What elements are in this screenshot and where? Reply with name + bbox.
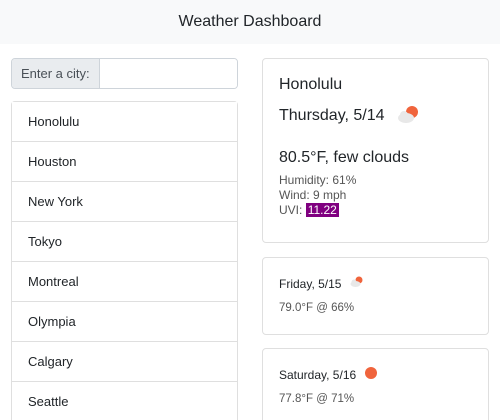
city-item-olympia[interactable]: Olympia (12, 302, 237, 342)
current-city: Honolulu (279, 76, 343, 93)
current-uvi: UVI: 11.22 (279, 203, 472, 218)
forecast-card: Friday, 5/15 79.0°F @ 66% (262, 257, 489, 335)
search-label: Enter a city: (12, 59, 100, 88)
few-clouds-icon (349, 275, 365, 294)
current-weather-card: Honolulu Thursday, 5/14 80.5°F, few clou… (262, 58, 489, 243)
city-search: Enter a city: (11, 58, 238, 89)
city-item-montreal[interactable]: Montreal (12, 262, 237, 302)
city-item-tokyo[interactable]: Tokyo (12, 222, 237, 262)
current-wind: Wind: 9 mph (279, 188, 347, 202)
city-item-seattle[interactable]: Seattle (12, 382, 237, 420)
uvi-label: UVI: (279, 203, 303, 217)
city-search-input[interactable] (99, 59, 237, 88)
uvi-badge: 11.22 (305, 203, 339, 217)
forecast-date: Saturday, 5/16 (279, 368, 357, 382)
forecast-detail: 77.8°F @ 71% (279, 393, 355, 405)
clear-sky-icon (364, 366, 378, 385)
current-summary: 80.5°F, few clouds (279, 149, 410, 166)
city-item-calgary[interactable]: Calgary (12, 342, 237, 382)
few-clouds-icon (395, 103, 423, 130)
app-title: Weather Dashboard (178, 13, 322, 30)
current-date-row: Thursday, 5/14 (279, 104, 472, 128)
forecast-title-row: Saturday, 5/16 (279, 365, 472, 385)
city-list: Honolulu Houston New York Tokyo Montreal… (11, 101, 238, 420)
forecast-card: Saturday, 5/16 77.8°F @ 71% (262, 348, 489, 420)
current-humidity: Humidity: 61% (279, 173, 357, 187)
forecast-date: Friday, 5/15 (279, 277, 342, 291)
city-item-honolulu[interactable]: Honolulu (12, 102, 237, 142)
city-item-new-york[interactable]: New York (12, 182, 237, 222)
forecast-detail: 79.0°F @ 66% (279, 302, 355, 314)
app-header: Weather Dashboard (0, 0, 500, 44)
forecast-title-row: Friday, 5/15 (279, 274, 472, 294)
city-item-houston[interactable]: Houston (12, 142, 237, 182)
current-date: Thursday, 5/14 (279, 107, 385, 124)
